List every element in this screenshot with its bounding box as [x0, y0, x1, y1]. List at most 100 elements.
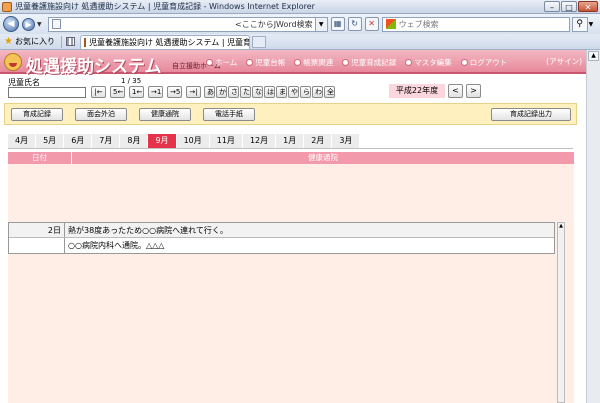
phone-letter-button[interactable]: 電話手紙 — [203, 108, 255, 121]
nav-forms[interactable]: 帳票関連 — [294, 57, 333, 68]
kana-a-button[interactable]: あ — [204, 86, 215, 98]
tab-month-jan[interactable]: 1月 — [276, 134, 304, 148]
search-icon[interactable]: ⚲ — [571, 16, 588, 32]
tab-month-sep[interactable]: 9月 — [148, 134, 176, 148]
year-navigation: < > — [448, 84, 481, 98]
last-record-button[interactable]: →| — [186, 86, 201, 98]
favorites-star-icon[interactable]: ★ — [4, 36, 13, 47]
kana-ra-button[interactable]: ら — [300, 86, 311, 98]
table-scrollbar[interactable]: ▲ — [557, 222, 565, 403]
nav-growth-record[interactable]: 児童育成記録 — [342, 57, 396, 68]
column-health-visit: 健康通院 — [308, 153, 338, 162]
nav-bullet-icon — [246, 59, 254, 66]
web-search-input[interactable]: ウェブ検索 — [381, 16, 570, 32]
compat-view-icon[interactable]: ▦ — [330, 17, 345, 31]
record-counter: 1 / 35 — [121, 77, 142, 85]
tab-month-jun[interactable]: 6月 — [64, 134, 92, 148]
url-input[interactable]: <ここからJWord検索 ▼ — [47, 16, 328, 32]
row-text: ○○病院内科へ通院。△△△ — [68, 241, 165, 250]
minimize-button[interactable]: – — [544, 1, 560, 12]
kana-all-button[interactable]: 全 — [324, 86, 335, 98]
favorites-label[interactable]: お気に入り — [15, 36, 55, 47]
row-day — [9, 238, 65, 253]
tab-month-nov[interactable]: 11月 — [209, 134, 242, 148]
scroll-up-icon[interactable]: ▲ — [588, 51, 599, 61]
app-header: 処遇援助システム 自立援助ホーム ホーム 児童台帳 帳票関連 児童育成記録 マス… — [0, 50, 586, 77]
kana-ma-button[interactable]: ま — [276, 86, 287, 98]
stop-icon[interactable]: ✕ — [364, 17, 379, 31]
visit-overnight-button[interactable]: 面会外泊 — [75, 108, 127, 121]
row-day: 2日 — [9, 223, 65, 237]
growth-record-button[interactable]: 育成記録 — [11, 108, 63, 121]
tab-month-may[interactable]: 5月 — [36, 134, 64, 148]
close-button[interactable]: ✕ — [578, 1, 598, 12]
new-tab-button[interactable] — [251, 35, 266, 48]
scroll-up-icon[interactable]: ▲ — [558, 223, 564, 229]
kana-ha-button[interactable]: は — [264, 86, 275, 98]
quick-tabs-icon[interactable] — [65, 37, 75, 46]
nav-bullet-icon — [342, 59, 350, 66]
kana-ta-button[interactable]: た — [240, 86, 251, 98]
nav-label: 帳票関連 — [303, 58, 334, 67]
child-name-field[interactable] — [8, 87, 86, 98]
nav-logout[interactable]: ログアウト — [460, 57, 507, 68]
nav-master-edit[interactable]: マスタ編集 — [405, 57, 452, 68]
prev-year-button[interactable]: < — [448, 84, 463, 98]
url-dropdown-icon[interactable]: ▼ — [314, 17, 327, 31]
jword-search-label: <ここからJWord検索 — [235, 19, 313, 29]
nav-bullet-icon — [206, 59, 213, 66]
next-year-button[interactable]: > — [466, 84, 481, 98]
forward-5-button[interactable]: →5 — [167, 86, 182, 98]
fiscal-year-label: 平成22年度 — [389, 84, 445, 98]
nav-label: マスタ編集 — [414, 58, 452, 67]
house-logo-icon — [4, 53, 22, 71]
forward-arrow-icon[interactable]: ▶ — [22, 17, 35, 31]
tab-month-apr[interactable]: 4月 — [8, 134, 36, 148]
kana-ya-button[interactable]: や — [288, 86, 299, 98]
divider — [60, 35, 62, 48]
nav-label: 児童台帳 — [255, 58, 286, 67]
search-provider-icon — [385, 19, 396, 29]
nav-child-ledger[interactable]: 児童台帳 — [246, 57, 285, 68]
first-record-button[interactable]: |← — [91, 86, 106, 98]
tab-month-aug[interactable]: 8月 — [120, 134, 148, 148]
table-header: 日付 健康通院 — [8, 152, 574, 164]
table-row[interactable]: 2日 熱が38度あったため○○病院へ連れて行く。 — [9, 223, 554, 238]
user-signin-link[interactable]: (アサイン) — [546, 56, 582, 67]
favorites-bar: ★ お気に入り 児童養護施設向け 処遇援助システム | 児童育成... — [0, 34, 600, 50]
page-scrollbar[interactable]: ▲ — [586, 50, 600, 403]
web-page: 処遇援助システム 自立援助ホーム ホーム 児童台帳 帳票関連 児童育成記録 マス… — [0, 50, 586, 403]
tab-month-dec[interactable]: 12月 — [242, 134, 276, 148]
address-bar: ◀ ▶ ▼ <ここからJWord検索 ▼ ▦ ↻ ✕ ウェブ検索 ⚲ ▼ — [0, 14, 600, 34]
tab-month-feb[interactable]: 2月 — [304, 134, 332, 148]
search-options-icon[interactable]: ▼ — [589, 21, 594, 28]
ie-page-icon — [2, 1, 12, 12]
tab-month-jul[interactable]: 7月 — [92, 134, 120, 148]
back-arrow-icon[interactable]: ◀ — [3, 16, 19, 32]
maximize-button[interactable]: □ — [561, 1, 577, 12]
nav-home[interactable]: ホーム — [206, 57, 237, 68]
back-1-button[interactable]: 1← — [129, 86, 144, 98]
divider — [8, 148, 573, 149]
back-5-button[interactable]: 5← — [110, 86, 125, 98]
month-tabs: 4月 5月 6月 7月 8月 9月 10月 11月 12月 1月 2月 3月 — [8, 134, 360, 148]
kana-ka-button[interactable]: か — [216, 86, 227, 98]
record-toolbar: 育成記録 面会外泊 健康通院 電話手紙 育成記録出力 — [4, 103, 577, 125]
window-title: 児童養護施設向け 処遇援助システム | 児童育成記録 - Windows Int… — [15, 2, 315, 11]
history-dropdown-icon[interactable]: ▼ — [37, 21, 42, 28]
nav-bullet-icon — [405, 59, 413, 66]
forward-1-button[interactable]: →1 — [148, 86, 163, 98]
tab-month-mar[interactable]: 3月 — [332, 134, 360, 148]
column-date: 日付 — [8, 152, 72, 164]
window-titlebar: 児童養護施設向け 処遇援助システム | 児童育成記録 - Windows Int… — [0, 0, 600, 14]
tab-month-oct[interactable]: 10月 — [176, 134, 209, 148]
kana-sa-button[interactable]: さ — [228, 86, 239, 98]
table-row[interactable]: ○○病院内科へ通院。△△△ — [9, 238, 554, 253]
health-visit-button[interactable]: 健康通院 — [139, 108, 191, 121]
output-record-button[interactable]: 育成記録出力 — [491, 108, 571, 121]
browser-tab[interactable]: 児童養護施設向け 処遇援助システム | 児童育成... — [79, 34, 250, 49]
refresh-icon[interactable]: ↻ — [347, 17, 362, 31]
kana-wa-button[interactable]: わ — [312, 86, 323, 98]
kana-na-button[interactable]: な — [252, 86, 263, 98]
record-pager: |← 5← 1← →1 →5 →| — [91, 86, 201, 98]
